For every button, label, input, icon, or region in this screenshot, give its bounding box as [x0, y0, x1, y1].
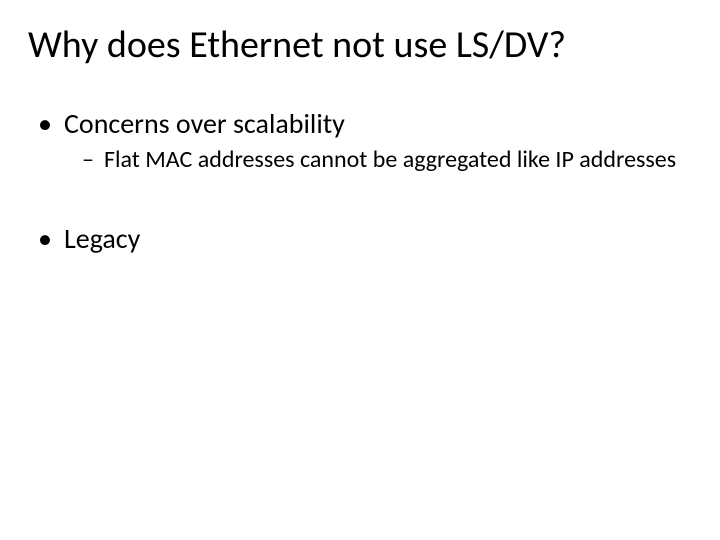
bullet-item: • Legacy: [38, 223, 692, 255]
bullet-marker: •: [38, 108, 64, 140]
bullet-text: Flat MAC addresses cannot be aggregated …: [104, 146, 692, 174]
bullet-text: Legacy: [64, 223, 692, 255]
bullet-marker: –: [82, 146, 104, 174]
sub-bullet-item: – Flat MAC addresses cannot be aggregate…: [82, 146, 692, 174]
slide-title: Why does Ethernet not use LS/DV?: [28, 24, 692, 68]
bullet-text: Concerns over scalability: [64, 108, 692, 140]
spacer: [28, 179, 692, 223]
bullet-item: • Concerns over scalability: [38, 108, 692, 140]
slide: Why does Ethernet not use LS/DV? • Conce…: [0, 0, 720, 540]
bullet-marker: •: [38, 223, 64, 255]
slide-body: • Concerns over scalability – Flat MAC a…: [28, 108, 692, 256]
